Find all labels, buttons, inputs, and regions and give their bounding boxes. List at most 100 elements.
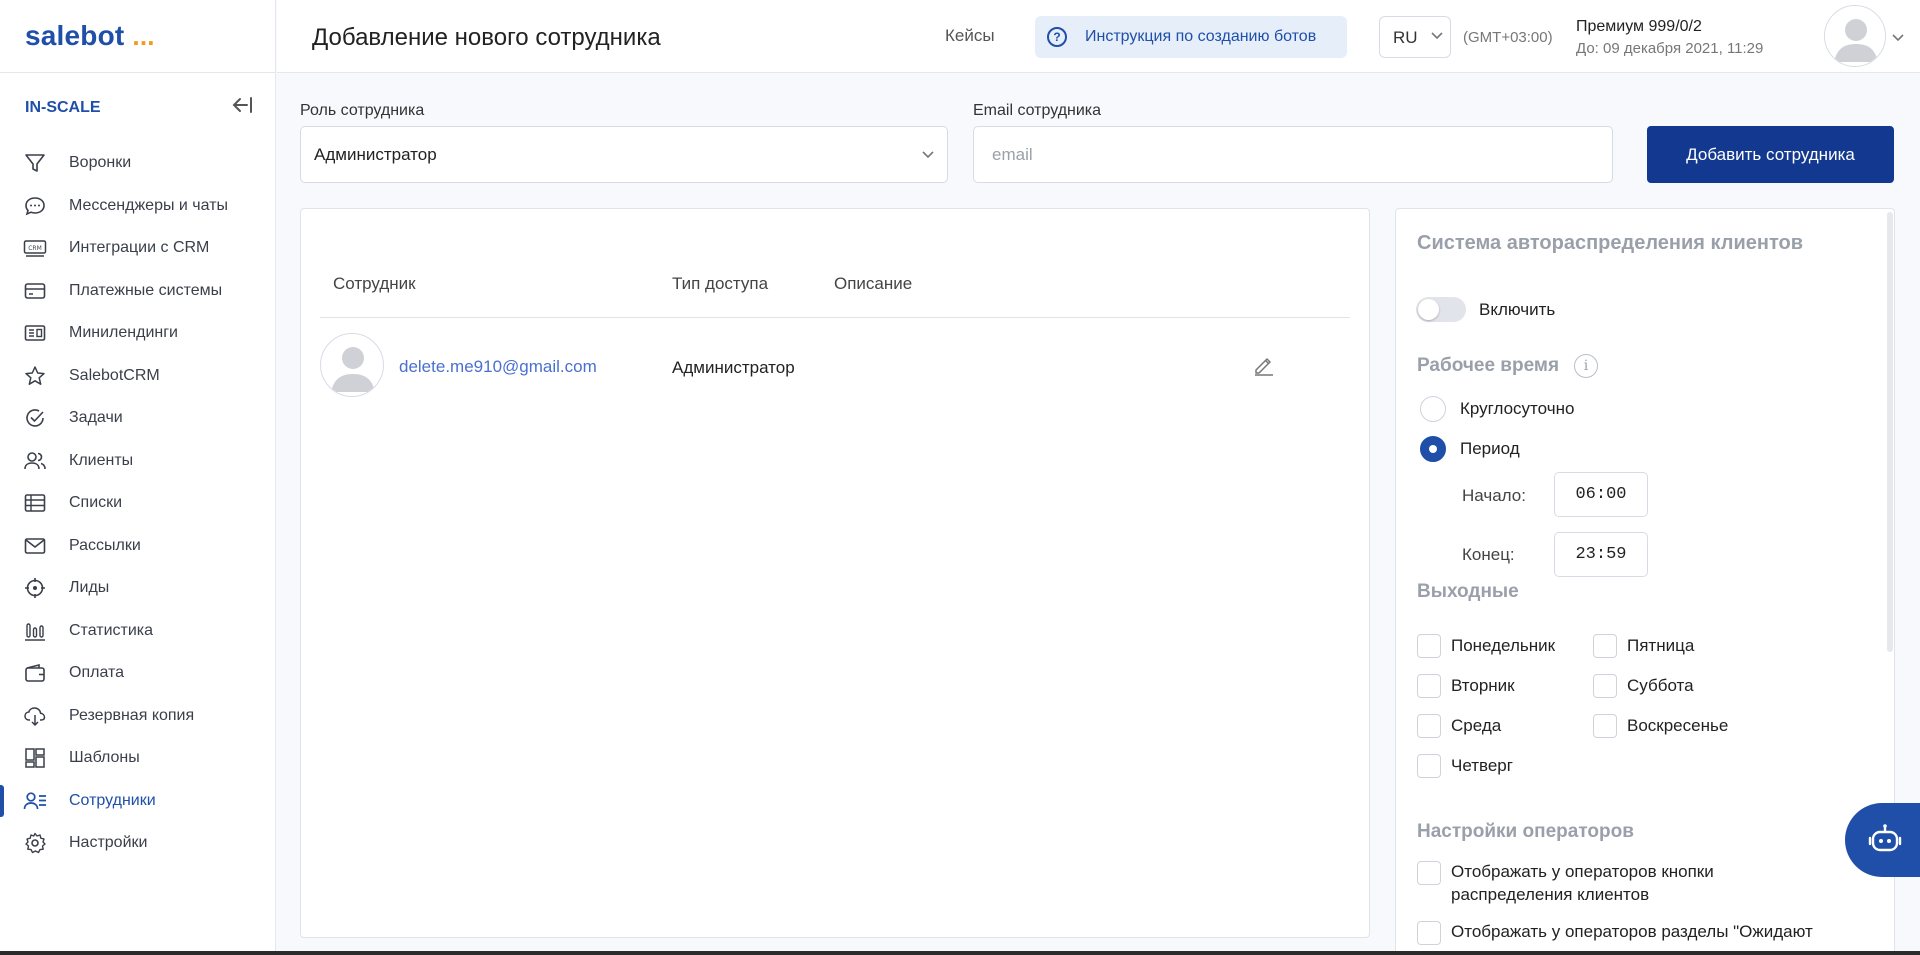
sidebar-item-mailings[interactable]: Рассылки: [0, 526, 276, 566]
plan-name: Премиум 999/0/2: [1576, 18, 1702, 35]
sidebar-item-label: Мессенджеры и чаты: [69, 197, 229, 214]
end-label: Конец:: [1462, 545, 1515, 564]
mail-icon: [22, 533, 48, 559]
sidebar-item-settings[interactable]: Настройки: [0, 823, 276, 863]
users-icon: [22, 448, 48, 474]
period-label: Период: [1460, 439, 1520, 458]
sidebar-item-salebotcrm[interactable]: SalebotCRM: [0, 356, 276, 396]
email-label: Email сотрудника: [973, 102, 1102, 119]
radio-round-the-clock[interactable]: [1420, 396, 1446, 422]
checkbox-sunday[interactable]: [1593, 714, 1617, 738]
top-bar: Добавление нового сотрудника Кейсы ? Инс…: [277, 0, 1920, 73]
user-avatar[interactable]: [1824, 5, 1886, 67]
info-icon[interactable]: i: [1574, 354, 1598, 378]
enable-toggle[interactable]: [1416, 297, 1466, 322]
column-employee: Сотрудник: [333, 274, 416, 293]
gear-icon: [22, 830, 48, 856]
checkbox-monday[interactable]: [1417, 634, 1441, 658]
column-description: Описание: [834, 274, 913, 293]
sidebar-item-payments[interactable]: Платежные системы: [0, 271, 276, 311]
sidebar-item-backup[interactable]: Резервная копия: [0, 696, 276, 736]
sidebar-item-label: Оплата: [69, 664, 125, 681]
sidebar-item-tasks[interactable]: Задачи: [0, 398, 276, 438]
avatar: [320, 333, 384, 397]
chevron-down-icon: [921, 147, 935, 166]
chat-icon: [22, 193, 48, 219]
sidebar-item-label: Резервная копия: [69, 707, 195, 724]
star-icon: [22, 363, 48, 389]
round-the-clock-label: Круглосуточно: [1460, 399, 1575, 418]
sidebar-item-lists[interactable]: Списки: [0, 483, 276, 523]
start-time-input[interactable]: 06:00: [1554, 472, 1648, 517]
divider: [320, 317, 1350, 318]
sidebar-item-funnels[interactable]: Воронки: [0, 143, 276, 183]
sidebar-item-clients[interactable]: Клиенты: [0, 441, 276, 481]
sidebar-item-label: Лиды: [69, 579, 110, 596]
logo[interactable]: salebot ...: [25, 20, 155, 52]
tuesday-label: Вторник: [1451, 676, 1515, 695]
sidebar-item-label: Интеграции с CRM: [69, 239, 210, 256]
work-time-title: Рабочее время: [1417, 355, 1560, 376]
bot-instructions-button[interactable]: ? Инструкция по созданию ботов: [1035, 16, 1347, 58]
target-icon: [22, 575, 48, 601]
sidebar-item-statistics[interactable]: Статистика: [0, 611, 276, 651]
chevron-down-icon[interactable]: [1891, 30, 1905, 49]
checkbox-saturday[interactable]: [1593, 674, 1617, 698]
toggle-knob: [1418, 299, 1439, 320]
employees-icon: [22, 788, 48, 814]
role-value: Администратор: [314, 145, 437, 164]
checkbox-operator-buttons[interactable]: [1417, 861, 1441, 885]
sidebar-item-label: Минилендинги: [69, 324, 178, 341]
sidebar-item-crm[interactable]: CRM Интеграции с CRM: [0, 228, 276, 268]
sidebar-item-landings[interactable]: Минилендинги: [0, 313, 276, 353]
cases-link[interactable]: Кейсы: [945, 26, 995, 46]
sidebar-item-templates[interactable]: Шаблоны: [0, 738, 276, 778]
sunday-label: Воскресенье: [1627, 716, 1729, 735]
sidebar-item-leads[interactable]: Лиды: [0, 568, 276, 608]
bottom-edge: [0, 951, 1920, 955]
checkbox-friday[interactable]: [1593, 634, 1617, 658]
crm-icon: CRM: [22, 235, 48, 261]
thursday-label: Четверг: [1451, 756, 1513, 775]
auto-distribution-title: Система автораспределения клиентов: [1417, 232, 1803, 254]
sidebar-item-label: Платежные системы: [69, 282, 223, 299]
wallet-icon: [22, 660, 48, 686]
bot-assistant-button[interactable]: [1845, 803, 1920, 877]
page-title: Добавление нового сотрудника: [312, 24, 661, 51]
bot-instructions-label: Инструкция по созданию ботов: [1085, 28, 1317, 45]
checkbox-tuesday[interactable]: [1417, 674, 1441, 698]
templates-icon: [22, 745, 48, 771]
checkbox-operator-sections[interactable]: [1417, 921, 1441, 945]
enable-toggle-label: Включить: [1479, 300, 1556, 319]
employee-email-link[interactable]: delete.me910@gmail.com: [399, 357, 597, 377]
sidebar-item-messengers[interactable]: Мессенджеры и чаты: [0, 186, 276, 226]
checkbox-wednesday[interactable]: [1417, 714, 1441, 738]
checkbox-thursday[interactable]: [1417, 754, 1441, 778]
radio-period[interactable]: [1420, 436, 1446, 462]
edit-icon[interactable]: [1252, 353, 1276, 382]
start-label: Начало:: [1462, 486, 1526, 505]
sidebar-item-payment[interactable]: Оплата: [0, 653, 276, 693]
sidebar-item-label: Шаблоны: [69, 749, 140, 766]
sidebar-item-label: Сотрудники: [69, 792, 156, 809]
language-select[interactable]: RU: [1379, 16, 1451, 58]
scrollbar[interactable]: [1887, 212, 1893, 652]
email-field[interactable]: [973, 126, 1613, 183]
end-time-input[interactable]: 23:59: [1554, 532, 1648, 577]
sidebar-item-label: Статистика: [69, 622, 154, 639]
sidebar-item-label: SalebotCRM: [69, 367, 160, 384]
sidebar-item-employees[interactable]: Сотрудники: [0, 781, 276, 821]
sidebar: salebot ... IN-SCALE Воронки Мессенджеры…: [0, 0, 276, 955]
landing-icon: [22, 320, 48, 346]
role-label: Роль сотрудника: [300, 102, 425, 119]
collapse-left-icon[interactable]: [231, 96, 253, 120]
friday-label: Пятница: [1627, 636, 1695, 655]
monday-label: Понедельник: [1451, 636, 1556, 655]
sidebar-item-label: Рассылки: [69, 537, 141, 554]
bar-chart-icon: [22, 618, 48, 644]
role-select[interactable]: Администратор: [300, 126, 948, 183]
list-table-icon: [22, 490, 48, 516]
card-icon: [22, 278, 48, 304]
sidebar-item-label: Настройки: [69, 834, 148, 851]
add-employee-button[interactable]: Добавить сотрудника: [1647, 126, 1894, 183]
